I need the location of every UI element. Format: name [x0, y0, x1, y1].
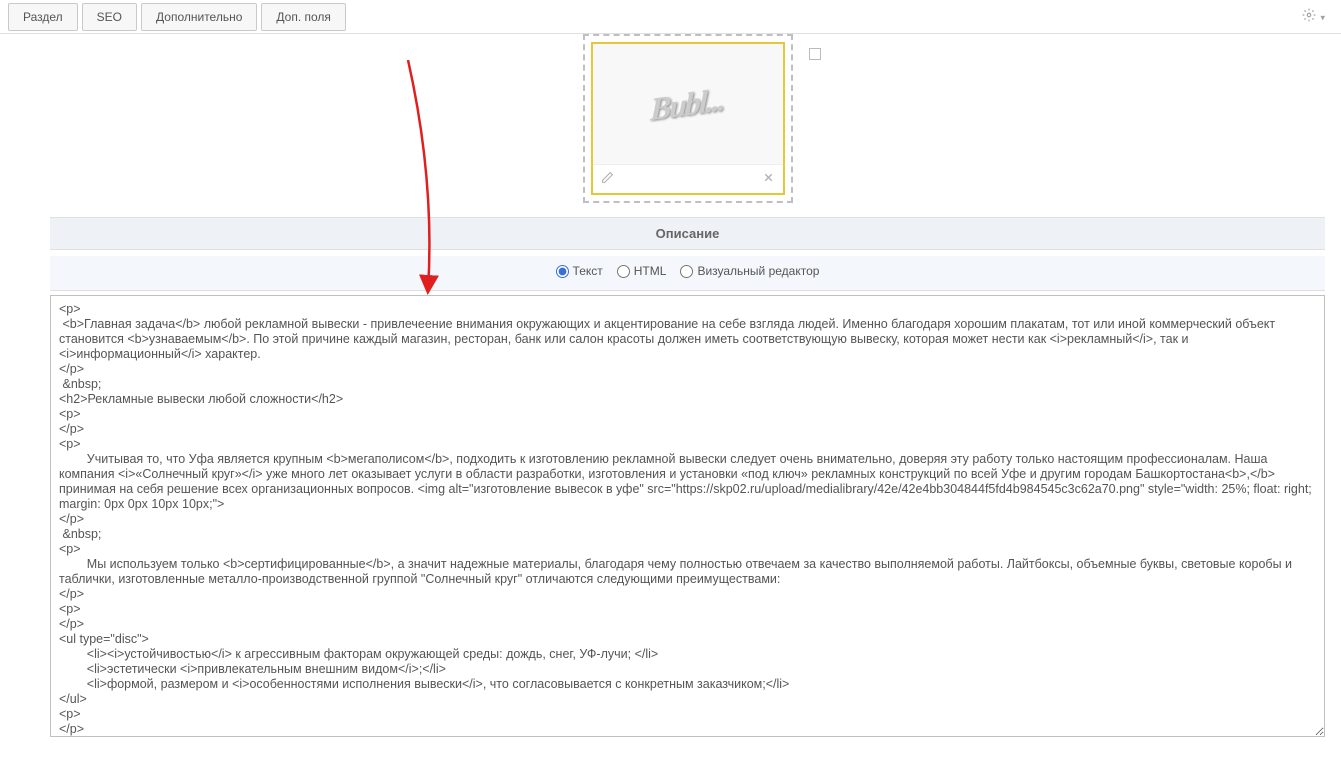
radio-text[interactable]: Текст [556, 264, 603, 278]
tab-extra[interactable]: Дополнительно [141, 3, 257, 31]
topbar: Раздел SEO Дополнительно Доп. поля ▾ [0, 0, 1341, 34]
radio-html-label: HTML [634, 264, 667, 278]
section-title: Описание [50, 217, 1325, 250]
page-root: Раздел SEO Дополнительно Доп. поля ▾ Bub… [0, 0, 1341, 778]
tab-section[interactable]: Раздел [8, 3, 78, 31]
image-upload-area: Bubl... [50, 34, 1325, 203]
tab-list: Раздел SEO Дополнительно Доп. поля [8, 3, 346, 31]
image-preview[interactable]: Bubl... [593, 44, 783, 164]
preview-3d-text: Bubl... [650, 80, 725, 128]
radio-html[interactable]: HTML [617, 264, 667, 278]
tab-seo[interactable]: SEO [82, 3, 137, 31]
editor-mode-row: Текст HTML Визуальный редактор [50, 256, 1325, 291]
content-area: Bubl... Описание Тек [0, 34, 1341, 756]
radio-text-input[interactable] [556, 265, 569, 278]
image-frame: Bubl... [583, 34, 793, 203]
editor-textarea[interactable] [50, 295, 1325, 737]
close-icon[interactable] [762, 171, 775, 187]
radio-text-label: Текст [573, 264, 603, 278]
image-inner: Bubl... [591, 42, 785, 195]
editor-wrap [50, 295, 1325, 740]
radio-visual-label: Визуальный редактор [697, 264, 819, 278]
radio-visual[interactable]: Визуальный редактор [680, 264, 819, 278]
image-actions [593, 164, 783, 193]
tab-fields[interactable]: Доп. поля [261, 3, 346, 31]
radio-html-input[interactable] [617, 265, 630, 278]
edit-icon[interactable] [601, 171, 614, 187]
gear-icon[interactable]: ▾ [1294, 4, 1333, 30]
image-checkbox[interactable] [809, 48, 821, 60]
radio-visual-input[interactable] [680, 265, 693, 278]
